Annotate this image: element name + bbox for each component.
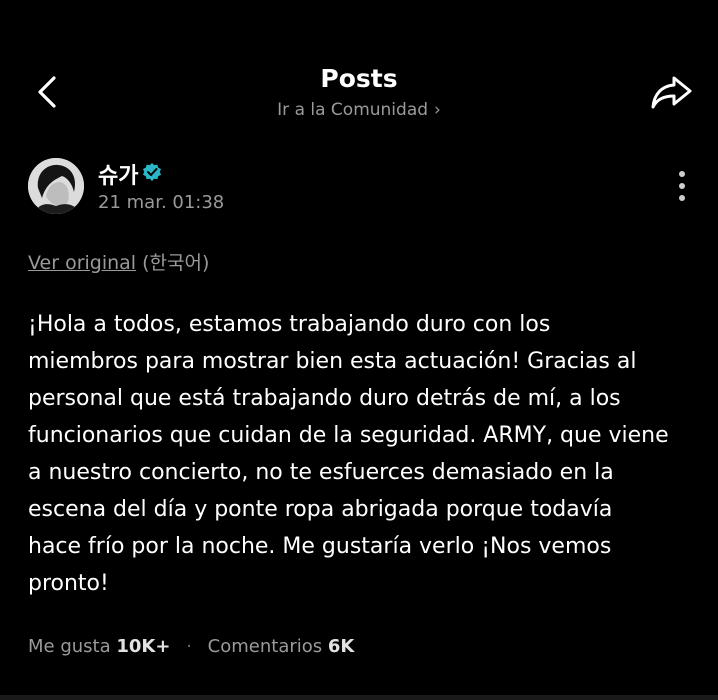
post-timestamp: 21 mar. 01:38 xyxy=(98,192,225,213)
author-name[interactable]: 슈가 xyxy=(98,158,138,190)
post-body-line: hace frío por la noche. Me gustaría verl… xyxy=(28,534,612,559)
view-original-link[interactable]: Ver original xyxy=(28,252,136,274)
more-vertical-icon xyxy=(679,171,685,201)
author-photo xyxy=(28,158,84,214)
top-bar: Posts Ir a la Comunidad › xyxy=(0,0,718,140)
page-title: Posts xyxy=(320,64,398,93)
share-button[interactable] xyxy=(648,72,696,112)
post-body: ¡Hola a todos, estamos trabajando duro c… xyxy=(28,306,693,602)
post-body-line: a nuestro concierto, no te esfuerces dem… xyxy=(28,460,614,485)
original-language: (한국어) xyxy=(142,252,210,274)
likes-label: Me gusta xyxy=(28,636,111,657)
verified-badge-icon xyxy=(142,162,162,182)
community-link-label: Ir a la Comunidad xyxy=(277,100,429,120)
comments-count: 6K xyxy=(327,636,355,657)
post-body-line: personal que está trabajando duro detrás… xyxy=(28,386,621,411)
post-body-line: funcionarios que cuidan de la seguridad.… xyxy=(28,423,669,448)
more-options-button[interactable] xyxy=(670,168,694,204)
post-body-line: miembros para mostrar bien esta actuació… xyxy=(28,349,637,374)
likes-count: 10K+ xyxy=(116,636,171,657)
bottom-divider xyxy=(0,695,718,700)
avatar[interactable] xyxy=(28,158,84,214)
post-stats: Me gusta 10K+ · Comentarios 6K xyxy=(28,636,354,657)
stats-separator: · xyxy=(186,636,192,657)
comments-label: Comentarios xyxy=(207,636,323,657)
translation-notice: Ver original (한국어) xyxy=(28,248,209,275)
share-arrow-icon xyxy=(651,76,692,109)
post-body-line: pronto! xyxy=(28,571,109,596)
post-body-line: ¡Hola a todos, estamos trabajando duro c… xyxy=(28,312,551,337)
likes-stat[interactable]: Me gusta 10K+ xyxy=(28,636,176,657)
comments-stat[interactable]: Comentarios 6K xyxy=(208,636,355,657)
post-body-line: escena del día y ponte ropa abrigada por… xyxy=(28,497,613,522)
community-link[interactable]: Ir a la Comunidad › xyxy=(0,100,718,120)
chevron-right-icon: › xyxy=(434,100,441,120)
